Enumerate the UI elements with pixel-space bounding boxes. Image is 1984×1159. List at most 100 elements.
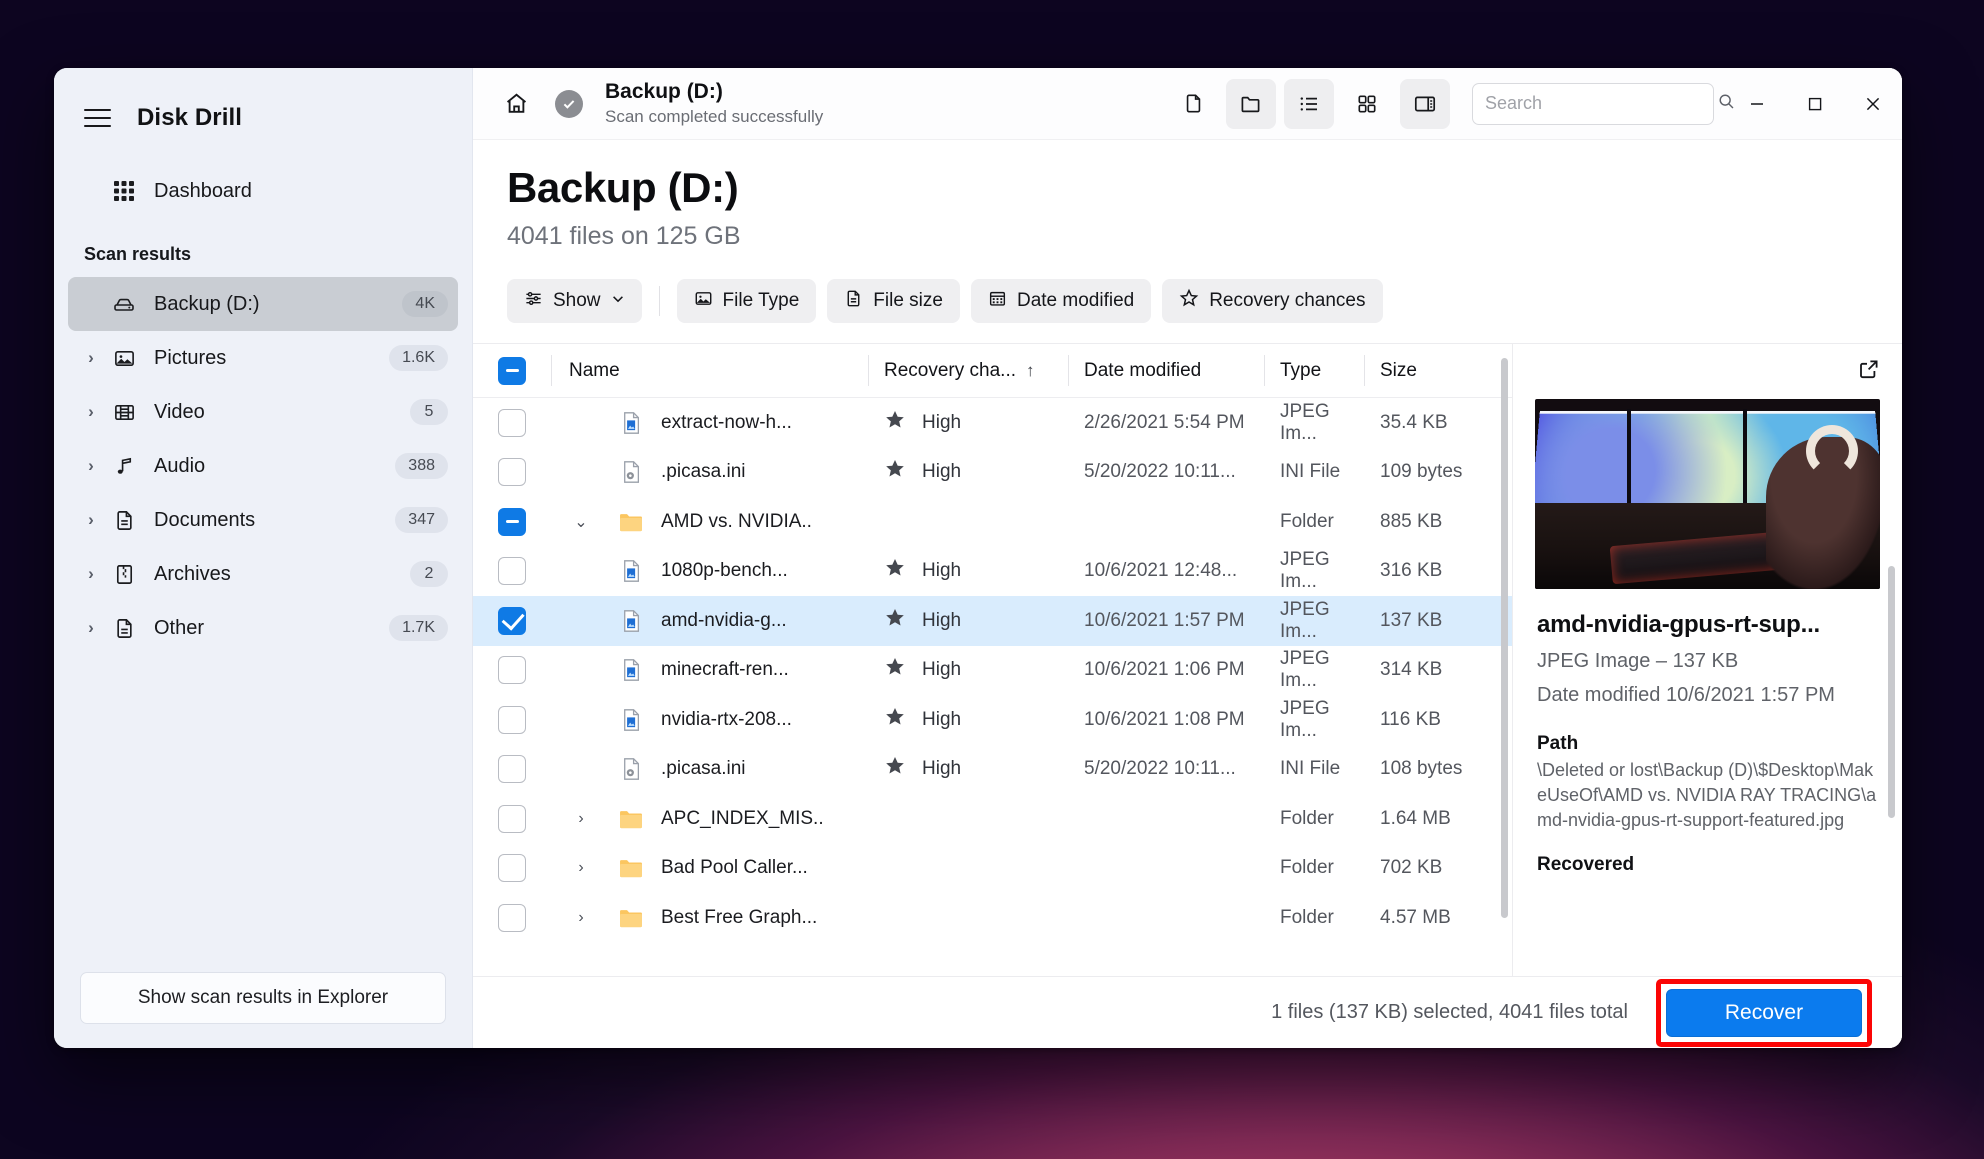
row-checkbox[interactable] (498, 705, 526, 734)
row-recovery-value: High (922, 560, 962, 582)
open-external-icon[interactable] (1858, 358, 1880, 385)
minimize-button[interactable] (1728, 78, 1786, 130)
chevron-right-icon[interactable]: › (76, 402, 106, 422)
hamburger-menu-icon[interactable] (84, 108, 111, 128)
home-icon[interactable] (491, 79, 541, 129)
row-expander-icon[interactable]: › (551, 909, 611, 927)
search-box[interactable] (1472, 82, 1734, 125)
row-recovery-cell: High (868, 607, 1068, 635)
show-filter-label: Show (553, 290, 601, 311)
preview-scrollbar[interactable] (1888, 566, 1895, 818)
list-view-icon[interactable] (1284, 78, 1334, 129)
row-checkbox-cell (473, 854, 551, 883)
row-checkbox[interactable] (498, 656, 526, 685)
chevron-right-icon[interactable]: › (76, 456, 106, 476)
select-all-checkbox[interactable] (498, 356, 526, 385)
column-header-date-modified[interactable]: Date modified (1068, 344, 1264, 397)
sidebar-item-dashboard[interactable]: › Dashboard (68, 164, 458, 218)
row-checkbox[interactable] (498, 507, 526, 536)
recover-button[interactable]: Recover (1666, 988, 1862, 1037)
chevron-right-icon[interactable]: › (76, 348, 106, 368)
row-checkbox[interactable] (498, 854, 526, 883)
table-row[interactable]: minecraft-ren... High 10/6/2021 1:06 PM JPE… (473, 646, 1512, 696)
row-checkbox[interactable] (498, 458, 526, 487)
table-row[interactable]: .picasa.ini High 5/20/2022 10:11... INI Fil… (473, 745, 1512, 795)
row-checkbox[interactable] (498, 606, 526, 635)
row-checkbox[interactable] (498, 903, 526, 932)
table-row[interactable]: 1080p-bench... High 10/6/2021 12:48... JPEG… (473, 547, 1512, 597)
file-size-filter-button[interactable]: File size (827, 279, 960, 323)
jpeg-file-icon (611, 410, 651, 436)
sidebar-item-audio[interactable]: › Audio 388 (68, 439, 458, 493)
table-row[interactable]: .picasa.ini High 5/20/2022 10:11... INI Fil… (473, 448, 1512, 498)
preview-file-meta: JPEG Image – 137 KB (1537, 650, 1739, 672)
row-file-name: Bad Pool Caller... (661, 857, 808, 879)
table-row[interactable]: extract-now-h... High 2/26/2021 5:54 PM JPE… (473, 398, 1512, 448)
table-row[interactable]: ⌄ AMD vs. NVIDIA.. Folder 885 KB (473, 497, 1512, 547)
show-scan-results-in-explorer-button[interactable]: Show scan results in Explorer (80, 972, 446, 1024)
chevron-right-icon[interactable]: › (76, 618, 106, 638)
sidebar: Disk Drill › Dashboard Scan results (54, 68, 473, 1048)
row-checkbox[interactable] (498, 804, 526, 833)
sidebar-item-count: 1.6K (389, 345, 448, 371)
table-scrollbar[interactable] (1501, 358, 1508, 918)
column-header-type[interactable]: Type (1264, 344, 1364, 397)
row-recovery-value: High (922, 609, 962, 631)
sidebar-item-backup-d[interactable]: › Backup (D:) 4K (68, 277, 458, 331)
chevron-down-icon (611, 290, 625, 312)
table-row[interactable]: nvidia-rtx-208... High 10/6/2021 1:08 PM JP… (473, 695, 1512, 745)
row-checkbox[interactable] (498, 755, 526, 784)
chevron-right-icon[interactable]: › (76, 564, 106, 584)
file-type-filter-label: File Type (722, 290, 800, 311)
date-modified-filter-button[interactable]: Date modified (970, 279, 1152, 323)
file-type-filter-button[interactable]: File Type (676, 279, 817, 323)
sidebar-item-label: Documents (154, 508, 256, 531)
table-header-row: Name Recovery cha... ↑ Date modified Typ… (473, 344, 1512, 398)
column-header-size[interactable]: Size (1364, 344, 1492, 397)
file-view-icon[interactable] (1168, 79, 1218, 129)
jpeg-file-icon (611, 608, 651, 634)
table-row[interactable]: amd-nvidia-g... High 10/6/2021 1:57 PM JPEG… (473, 596, 1512, 646)
row-type: INI File (1280, 758, 1341, 780)
sidebar-item-archives[interactable]: › Archives 2 (68, 547, 458, 601)
row-expander-icon[interactable]: › (551, 810, 611, 828)
row-name-cell: .picasa.ini (551, 756, 868, 782)
view-toolbar (1168, 78, 1450, 129)
column-header-recovery-chances[interactable]: Recovery cha... ↑ (868, 344, 1068, 397)
table-row[interactable]: › APC_INDEX_MIS.. Folder 1.64 MB (473, 794, 1512, 844)
row-recovery-value: High (922, 461, 962, 483)
sidebar-item-other[interactable]: › Other 1.7K (68, 601, 458, 655)
page-title: Backup (D:) (507, 164, 739, 211)
sidebar-item-documents[interactable]: › Documents 347 (68, 493, 458, 547)
row-date-modified: 10/6/2021 1:57 PM (1084, 609, 1245, 631)
dashboard-grid-icon (106, 180, 142, 202)
folder-view-icon[interactable] (1226, 78, 1276, 129)
drive-icon (106, 292, 142, 316)
search-input[interactable] (1485, 93, 1717, 114)
row-expander-icon[interactable]: › (551, 859, 611, 877)
grid-view-icon[interactable] (1342, 79, 1392, 129)
show-filter-button[interactable]: Show (507, 279, 642, 323)
row-expander-icon[interactable]: ⌄ (551, 512, 611, 532)
sidebar-item-video[interactable]: › Video 5 (68, 385, 458, 439)
chevron-right-icon[interactable]: › (76, 510, 106, 530)
row-file-name: minecraft-ren... (661, 659, 789, 681)
table-row[interactable]: › Best Free Graph... Folder 4.57 MB (473, 893, 1512, 943)
recovery-chances-filter-button[interactable]: Recovery chances (1162, 279, 1383, 323)
table-row[interactable]: › Bad Pool Caller... Folder 702 KB (473, 844, 1512, 894)
row-recovery-value: High (922, 758, 962, 780)
preview-pane-icon[interactable] (1400, 78, 1450, 129)
row-file-name: 1080p-bench... (661, 560, 788, 582)
close-button[interactable] (1844, 78, 1902, 130)
row-date-modified: 10/6/2021 1:06 PM (1084, 659, 1245, 681)
folder-icon (611, 904, 651, 932)
sidebar-item-pictures[interactable]: › Pictures 1.6K (68, 331, 458, 385)
column-header-name[interactable]: Name (551, 344, 868, 397)
image-icon (694, 289, 713, 314)
row-checkbox[interactable] (498, 557, 526, 586)
row-name-cell: minecraft-ren... (551, 657, 868, 683)
maximize-button[interactable] (1786, 78, 1844, 130)
row-checkbox[interactable] (498, 408, 526, 437)
row-type: Folder (1280, 906, 1334, 928)
jpeg-file-icon (611, 558, 651, 584)
